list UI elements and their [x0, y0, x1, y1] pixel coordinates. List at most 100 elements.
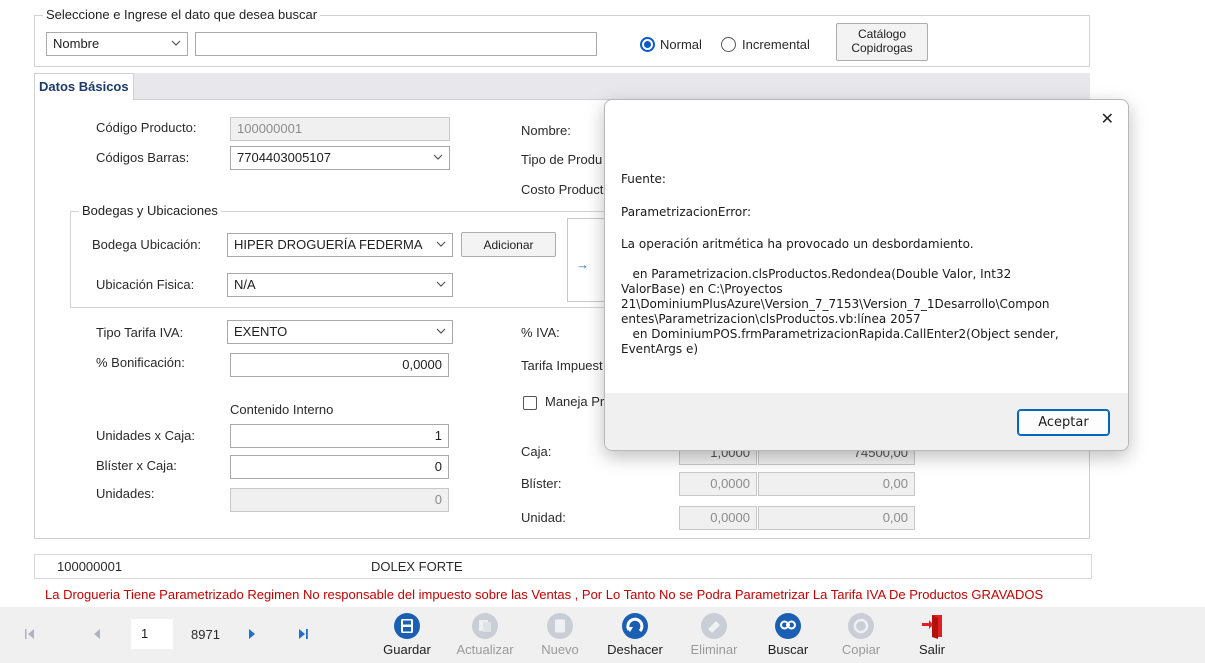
- tab-datos-basicos[interactable]: Datos Básicos: [34, 73, 134, 100]
- product-info-bar: 100000001 DOLEX FORTE: [34, 554, 1092, 579]
- unidades-label: Unidades:: [96, 486, 155, 501]
- dialog-error-name: ParametrizacionError:: [621, 205, 751, 219]
- tipo-tarifa-label: Tipo Tarifa IVA:: [96, 325, 184, 340]
- exit-door-icon: [922, 615, 942, 639]
- blister-precio: 0,00: [758, 472, 915, 496]
- new-icon: [547, 613, 573, 639]
- first-record-icon[interactable]: [24, 628, 36, 640]
- unidad-cantidad: 0,0000: [679, 506, 757, 530]
- catalog-copidrogas-button[interactable]: Catálogo Copidrogas: [836, 23, 928, 61]
- codigo-producto-label: Código Producto:: [96, 120, 197, 135]
- search-input[interactable]: [195, 32, 597, 56]
- codigos-barras-select[interactable]: 7704403005107: [230, 146, 450, 170]
- eliminar-label: Eliminar: [690, 642, 738, 657]
- close-icon[interactable]: ✕: [1101, 109, 1114, 129]
- salir-label: Salir: [918, 642, 945, 657]
- bodega-ubicacion-value: HIPER DROGUERÍA FEDERMA: [234, 237, 423, 252]
- catalog-line-2: Copidrogas: [851, 41, 913, 55]
- copiar-button[interactable]: Copiar: [830, 607, 892, 663]
- actualizar-label: Actualizar: [456, 642, 514, 657]
- chevron-down-icon: [436, 328, 446, 334]
- next-record-icon[interactable]: [247, 628, 257, 640]
- blister-caja-label: Blíster x Caja:: [96, 458, 177, 473]
- ubicacion-fisica-label: Ubicación Fisica:: [96, 277, 195, 292]
- dialog-stack-trace: en Parametrizacion.clsProductos.Redondea…: [621, 267, 1059, 356]
- bodega-ubicacion-select[interactable]: HIPER DROGUERÍA FEDERMA: [227, 233, 453, 257]
- deshacer-button[interactable]: Deshacer: [600, 607, 670, 663]
- bodega-ubicacion-label: Bodega Ubicación:: [92, 237, 202, 252]
- guardar-label: Guardar: [383, 642, 431, 657]
- aceptar-button[interactable]: Aceptar: [1017, 409, 1110, 436]
- error-dialog: ✕ Fuente: ParametrizacionError: La opera…: [604, 99, 1129, 451]
- product-name: DOLEX FORTE: [371, 559, 463, 574]
- copy-icon: [848, 613, 874, 639]
- bottom-toolbar: 1 8971 Guardar Actualizar Nuevo Deshacer…: [0, 607, 1205, 663]
- unidad-label: Unidad:: [521, 510, 566, 525]
- caja-label: Caja:: [521, 444, 552, 459]
- salir-button[interactable]: Salir: [904, 607, 960, 663]
- search-icon: [775, 613, 801, 639]
- guardar-button[interactable]: Guardar: [376, 607, 438, 663]
- codigos-barras-label: Códigos Barras:: [96, 150, 190, 165]
- record-total: 8971: [191, 627, 220, 642]
- radio-incremental[interactable]: [721, 37, 736, 52]
- dialog-fuente: Fuente:: [621, 172, 666, 186]
- blister-label: Blíster:: [521, 476, 562, 491]
- nuevo-label: Nuevo: [541, 642, 579, 657]
- maneja-label: Maneja Pr: [545, 394, 605, 409]
- eraser-icon: [701, 613, 727, 639]
- tarifa-impuesto-label: Tarifa Impuest: [521, 358, 603, 373]
- ubicacion-fisica-select[interactable]: N/A: [227, 273, 453, 297]
- unidades-caja-label: Unidades x Caja:: [96, 428, 195, 443]
- adicionar-button[interactable]: Adicionar: [461, 232, 556, 257]
- unidades-field: 0: [230, 488, 449, 512]
- ubicaciones-list[interactable]: →: [567, 218, 607, 302]
- maneja-checkbox[interactable]: [523, 396, 537, 410]
- nuevo-button[interactable]: Nuevo: [530, 607, 590, 663]
- nombre-label: Nombre:: [521, 123, 571, 138]
- radio-normal[interactable]: [640, 37, 655, 52]
- tipo-tarifa-value: EXENTO: [234, 324, 288, 339]
- search-field-value: Nombre: [53, 36, 100, 51]
- blister-caja-field[interactable]: 0: [230, 455, 449, 479]
- bodegas-legend: Bodegas y Ubicaciones: [79, 203, 221, 218]
- costo-producto-label: Costo Product: [521, 182, 604, 197]
- arrow-right-icon[interactable]: →: [576, 257, 589, 272]
- catalog-line-1: Catálogo: [857, 27, 907, 41]
- buscar-button[interactable]: Buscar: [756, 607, 820, 663]
- last-record-icon[interactable]: [297, 628, 309, 640]
- search-legend: Seleccione e Ingrese el dato que desea b…: [43, 7, 321, 22]
- record-position-field[interactable]: 1: [131, 619, 173, 649]
- dialog-footer: Aceptar: [605, 393, 1128, 450]
- regimen-warning: La Drogueria Tiene Parametrizado Regimen…: [45, 587, 1044, 602]
- radio-incremental-label: Incremental: [742, 37, 810, 52]
- record-position: 1: [141, 626, 149, 641]
- search-field-select[interactable]: Nombre: [46, 32, 188, 56]
- tab-strip: Datos Básicos: [34, 73, 1090, 100]
- ubicacion-fisica-value: N/A: [234, 277, 256, 292]
- actualizar-button[interactable]: Actualizar: [448, 607, 522, 663]
- tipo-producto-label: Tipo de Produ: [521, 152, 603, 167]
- bonificacion-label: % Bonificación:: [96, 355, 185, 370]
- bonificacion-field[interactable]: 0,0000: [230, 353, 449, 377]
- update-icon: [472, 613, 498, 639]
- product-code: 100000001: [57, 559, 123, 574]
- copiar-label: Copiar: [841, 642, 881, 657]
- chevron-down-icon: [433, 154, 443, 160]
- radio-normal-label: Normal: [660, 37, 702, 52]
- chevron-down-icon: [171, 40, 181, 46]
- buscar-label: Buscar: [767, 642, 809, 657]
- unidad-precio: 0,00: [758, 506, 915, 530]
- deshacer-label: Deshacer: [607, 642, 663, 657]
- chevron-down-icon: [436, 241, 446, 247]
- chevron-down-icon: [436, 281, 446, 287]
- codigo-producto-field: 100000001: [230, 117, 450, 141]
- eliminar-button[interactable]: Eliminar: [680, 607, 748, 663]
- unidades-caja-field[interactable]: 1: [230, 424, 449, 448]
- contenido-interno-label: Contenido Interno: [230, 402, 334, 417]
- previous-record-icon[interactable]: [92, 628, 102, 640]
- tipo-tarifa-select[interactable]: EXENTO: [227, 320, 453, 344]
- iva-label: % IVA:: [521, 325, 560, 340]
- dialog-message: La operación aritmética ha provocado un …: [621, 237, 974, 251]
- save-icon: [394, 613, 420, 639]
